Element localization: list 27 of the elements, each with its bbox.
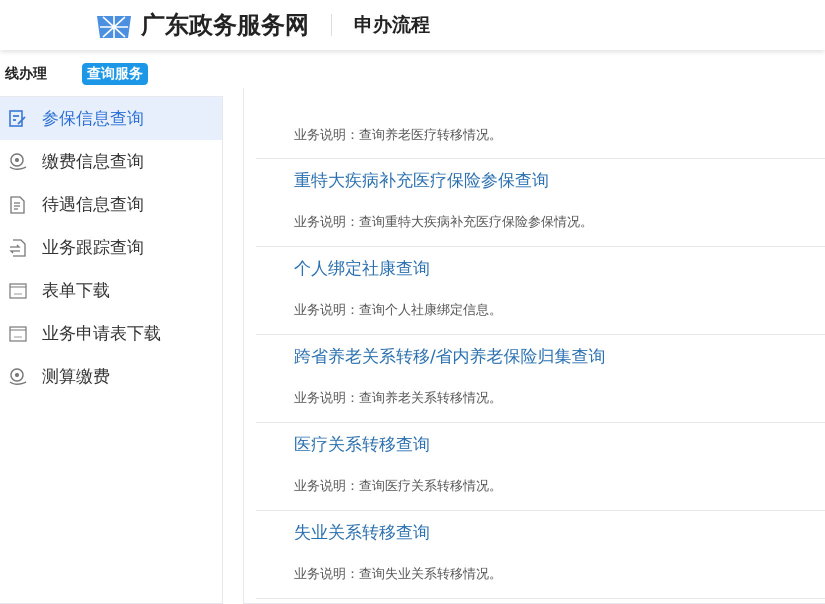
coin-icon [8,152,28,172]
service-description: 业务说明：查询重特大疾病补充医疗保险参保情况。 [294,214,594,232]
form-icon [8,324,28,344]
sidebar-item[interactable]: 业务申请表下载 [0,312,222,355]
service-link[interactable]: 医疗关系转移查询 [294,423,825,467]
service-link[interactable]: 个人绑定社康查询 [294,247,825,291]
site-name[interactable]: 广东政务服务网 [141,9,309,41]
swap-icon [8,238,28,258]
sidebar-item[interactable]: 缴费信息查询 [0,140,222,183]
service-description: 业务说明：查询养老医疗转移情况。 [294,127,503,145]
service-description: 业务说明：查询失业关系转移情况。 [294,566,503,584]
section-title: 申办流程 [354,13,430,38]
service-link[interactable]: 跨省养老关系转移/省内养老保险归集查询 [294,335,825,379]
coin-icon [8,366,28,386]
tab[interactable]: 线办理 [0,63,52,85]
sidebar-item[interactable]: 参保信息查询 [0,97,222,140]
service-description: 业务说明：查询养老关系转移情况。 [294,390,503,408]
sidebar-item[interactable]: 表单下载 [0,269,222,312]
edit-icon [8,108,28,128]
form-icon [8,280,28,300]
service-description: 业务说明：查询个人社康绑定信息。 [294,302,503,320]
sidebar-item[interactable]: 业务跟踪查询 [0,226,222,269]
service-description: 业务说明：查询医疗关系转移情况。 [294,478,503,496]
sidebar-item[interactable]: 测算缴费 [0,355,222,398]
service-link[interactable]: 重特大疾病补充医疗保险参保查询 [294,159,825,203]
sidebar-item[interactable]: 待遇信息查询 [0,183,222,226]
service-link[interactable]: 失业关系转移查询 [294,511,825,555]
